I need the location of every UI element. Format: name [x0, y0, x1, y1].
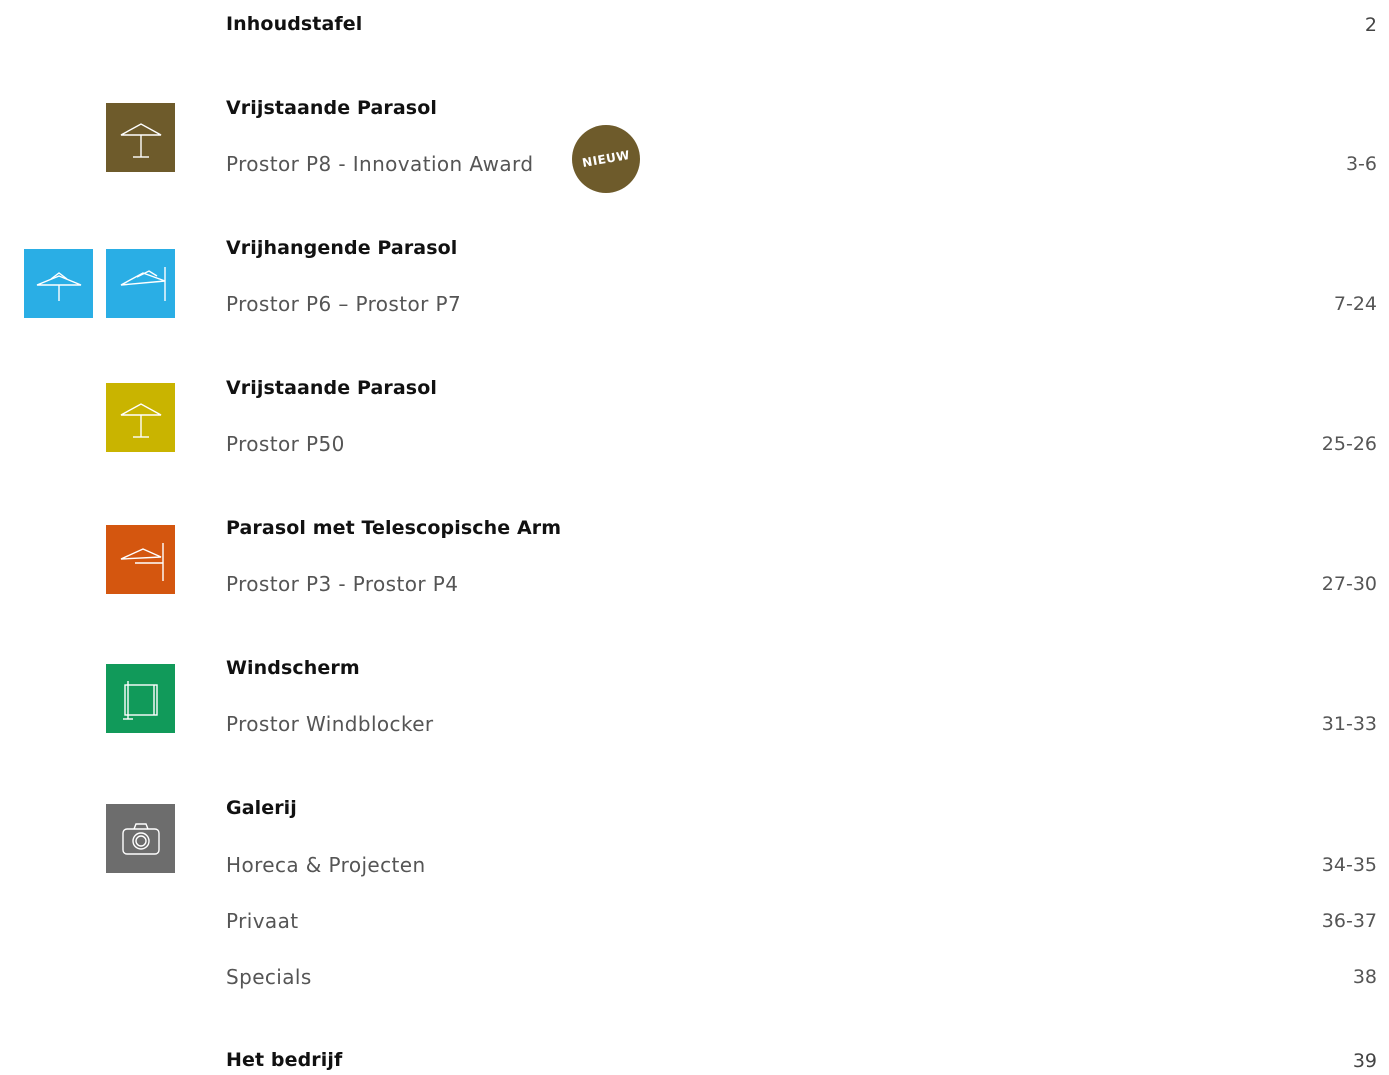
- toc-entry-pages: 31-33: [1321, 713, 1377, 735]
- camera-icon: [106, 804, 175, 873]
- freestanding-parasol-icon: [106, 383, 175, 452]
- toc-entry-pages: 34-35: [1321, 854, 1377, 876]
- section-heading: Vrijstaande Parasol: [226, 97, 437, 119]
- toc-title-page-number: 2: [1364, 14, 1377, 36]
- toc-entry-pages: 27-30: [1321, 573, 1377, 595]
- toc-entry-pages: 25-26: [1321, 433, 1377, 455]
- toc-title: Inhoudstafel: [226, 13, 363, 35]
- toc-entry-link[interactable]: Prostor P6 – Prostor P7: [226, 292, 461, 316]
- section-heading: Vrijstaande Parasol: [226, 377, 437, 399]
- toc-entry-link[interactable]: Horeca & Projecten: [226, 853, 426, 877]
- toc-entry-pages: 39: [1352, 1050, 1377, 1072]
- toc-entry-pages: 7-24: [1333, 293, 1377, 315]
- toc-entry-link[interactable]: Prostor P50: [226, 432, 345, 456]
- windscreen-icon: [106, 664, 175, 733]
- cantilever-parasol-center-pole-icon: [24, 249, 93, 318]
- toc-entry-link[interactable]: Prostor Windblocker: [226, 712, 434, 736]
- section-heading: Windscherm: [226, 657, 360, 679]
- section-heading[interactable]: Het bedrijf: [226, 1049, 342, 1071]
- toc-entry-pages: 36-37: [1321, 910, 1377, 932]
- toc-entry-link[interactable]: Prostor P3 - Prostor P4: [226, 572, 458, 596]
- toc-entry-link[interactable]: Specials: [226, 965, 312, 989]
- telescopic-arm-parasol-icon: [106, 525, 175, 594]
- section-heading: Vrijhangende Parasol: [226, 237, 458, 259]
- freestanding-parasol-icon: [106, 103, 175, 172]
- cantilever-parasol-icon: [106, 249, 175, 318]
- new-badge: NIEUW: [572, 125, 640, 193]
- section-heading: Parasol met Telescopische Arm: [226, 517, 562, 539]
- toc-entry-pages: 3-6: [1345, 153, 1377, 175]
- toc-entry-link[interactable]: Privaat: [226, 909, 298, 933]
- section-heading: Galerij: [226, 797, 297, 819]
- toc-entry-link[interactable]: Prostor P8 - Innovation Award: [226, 152, 533, 176]
- toc-entry-pages: 38: [1352, 966, 1377, 988]
